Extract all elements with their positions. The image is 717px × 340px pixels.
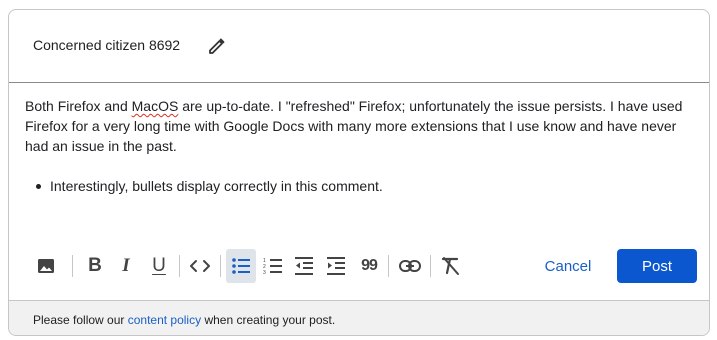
underline-icon[interactable]: U (144, 249, 174, 283)
increase-indent-icon[interactable] (321, 249, 351, 283)
toolbar-separator (72, 255, 73, 277)
comment-paragraph: Both Firefox and MacOS are up-to-date. I… (25, 98, 683, 154)
footer-text: Please follow our content policy when cr… (33, 313, 336, 327)
reply-card: Concerned citizen 8692 Both Firefox and … (8, 9, 710, 336)
image-icon[interactable] (31, 249, 61, 283)
bulleted-list-icon[interactable] (226, 249, 256, 283)
toolbar-separator (179, 255, 180, 277)
code-icon[interactable] (185, 249, 215, 283)
content-policy-footer: Please follow our content policy when cr… (9, 300, 709, 335)
link-icon[interactable] (395, 249, 425, 283)
bold-icon[interactable]: B (80, 249, 110, 283)
italic-icon[interactable]: I (111, 249, 141, 283)
author-row: Concerned citizen 8692 (9, 10, 709, 83)
cancel-button[interactable]: Cancel (533, 249, 603, 283)
numbered-list-icon[interactable]: 123 (258, 249, 288, 283)
clear-formatting-icon[interactable] (436, 249, 466, 283)
decrease-indent-icon[interactable] (289, 249, 319, 283)
bullet-list: Interestingly, bullets display correctly… (25, 176, 693, 196)
comment-editor[interactable]: Both Firefox and MacOS are up-to-date. I… (25, 96, 693, 196)
toolbar-separator (430, 255, 431, 277)
formatting-toolbar: B I U 123 99 (29, 249, 709, 283)
list-item: Interestingly, bullets display correctly… (25, 176, 693, 196)
post-button[interactable]: Post (617, 249, 697, 283)
author-name: Concerned citizen 8692 (33, 37, 181, 53)
quote-icon[interactable]: 99 (354, 249, 384, 283)
toolbar-separator (220, 255, 221, 277)
pencil-icon[interactable] (207, 36, 227, 56)
svg-text:3: 3 (263, 270, 266, 275)
content-policy-link[interactable]: content policy (128, 313, 201, 327)
misspelled-word: MacOS (131, 98, 179, 114)
toolbar-separator (388, 255, 389, 277)
